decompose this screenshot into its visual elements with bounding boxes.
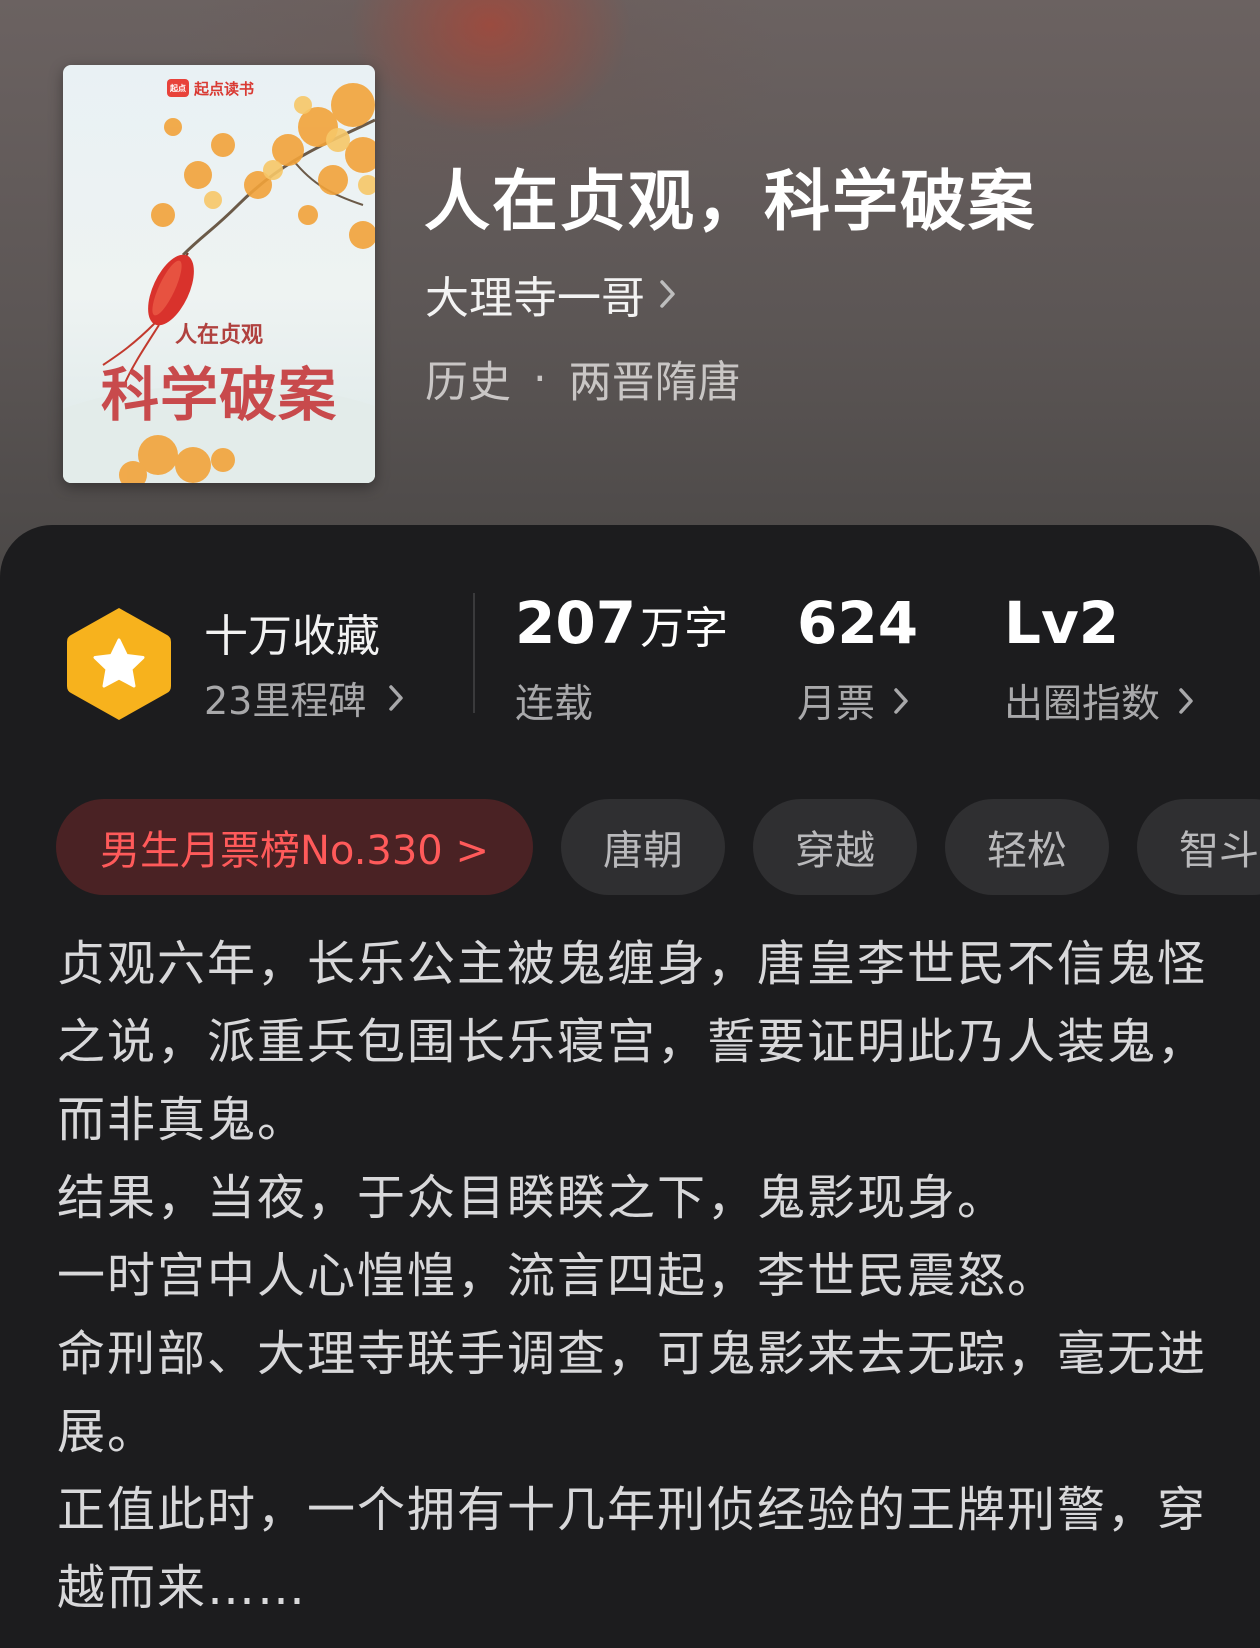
tag-list: 男生月票榜No.330 > 唐朝 穿越 轻松 智斗 [56,799,1260,895]
synopsis-paragraph: 结果，当夜，于众目睽睽之下，鬼影现身。 [57,1170,1008,1226]
serialization-status: 连载 [515,681,594,727]
stat-popularity[interactable]: Lv2 出圈指数 [1004,590,1194,729]
book-title: 人在贞观，科学破案 [424,162,1036,240]
cover-brand-logo: 起点 起点读书 [167,77,254,99]
milestone-link[interactable]: 23里程碑 [204,670,404,725]
word-count-label: 连载 [515,673,728,729]
synopsis-paragraph: 正值此时，一个拥有十几年刑侦经验的王牌刑警，穿越而来…… [57,1482,1208,1616]
author-name: 大理寺一哥 [425,273,645,324]
book-detail-page: 起点 起点读书 人在贞观 科学破案 人在贞观，科学破案 大理寺一哥 历史 · 两… [0,0,1260,1648]
author-link[interactable]: 大理寺一哥 [425,262,677,326]
stats-row: 十万收藏 23里程碑 207万字 连载 624 月票 Lv2 出圈指数 [0,525,1260,765]
tag-relaxed[interactable]: 轻松 [944,799,1109,895]
book-info-panel: 十万收藏 23里程碑 207万字 连载 624 月票 Lv2 出圈指数 男生月票… [0,525,1260,1648]
chevron-right-icon [660,280,675,308]
tag-tang-dynasty[interactable]: 唐朝 [560,799,725,895]
milestone-subtitle: 23里程碑 [204,679,367,723]
subgenre[interactable]: 两晋隋唐 [569,348,741,410]
monthly-tickets-label: 月票 [797,681,876,727]
stat-word-count: 207万字 连载 [515,590,728,729]
chevron-right-icon [389,684,404,711]
milestone-title[interactable]: 十万收藏 [204,600,380,664]
cover-brand-badge: 起点 [167,79,189,97]
book-synopsis[interactable]: 贞观六年，长乐公主被鬼缠身，唐皇李世民不信鬼怪之说，派重兵包围长乐寝宫，誓要证明… [57,925,1217,1627]
star-hexagon-icon [67,608,171,720]
tag-rank[interactable]: 男生月票榜No.330 > [56,799,533,895]
monthly-tickets-link[interactable]: 月票 [797,673,918,729]
chevron-right-icon [894,687,908,714]
tag-battle-of-wits[interactable]: 智斗 [1136,799,1260,895]
stats-divider [473,593,475,713]
popularity-link[interactable]: 出圈指数 [1004,673,1194,729]
book-header: 起点 起点读书 人在贞观 科学破案 人在贞观，科学破案 大理寺一哥 历史 · 两… [0,0,1260,580]
genre-row: 历史 · 两晋隋唐 [425,348,741,410]
monthly-tickets-value: 624 [797,589,919,657]
chevron-right-icon [1179,687,1193,714]
cover-brand-text: 起点读书 [194,79,255,98]
word-count-unit: 万字 [640,603,729,654]
stat-monthly-tickets[interactable]: 624 月票 [797,590,918,729]
word-count-value: 207万字 [515,590,728,657]
synopsis-paragraph: 命刑部、大理寺联手调查，可鬼影来去无踪，毫无进展。 [57,1326,1208,1460]
genre[interactable]: 历史 [425,348,511,410]
genre-separator: · [533,354,547,404]
book-cover[interactable]: 起点 起点读书 人在贞观 科学破案 [63,65,375,483]
synopsis-paragraph: 一时宫中人心惶惶，流言四起，李世民震怒。 [57,1248,1058,1304]
tag-time-travel[interactable]: 穿越 [752,799,917,895]
synopsis-paragraph: 贞观六年，长乐公主被鬼缠身，唐皇李世民不信鬼怪之说，派重兵包围长乐寝宫，誓要证明… [57,936,1208,1148]
cover-title-big: 科学破案 [100,361,337,429]
cover-title-small: 人在贞观 [174,322,263,348]
word-count-number: 207 [515,589,637,657]
popularity-value: Lv2 [1004,589,1120,657]
popularity-label: 出圈指数 [1004,681,1161,727]
